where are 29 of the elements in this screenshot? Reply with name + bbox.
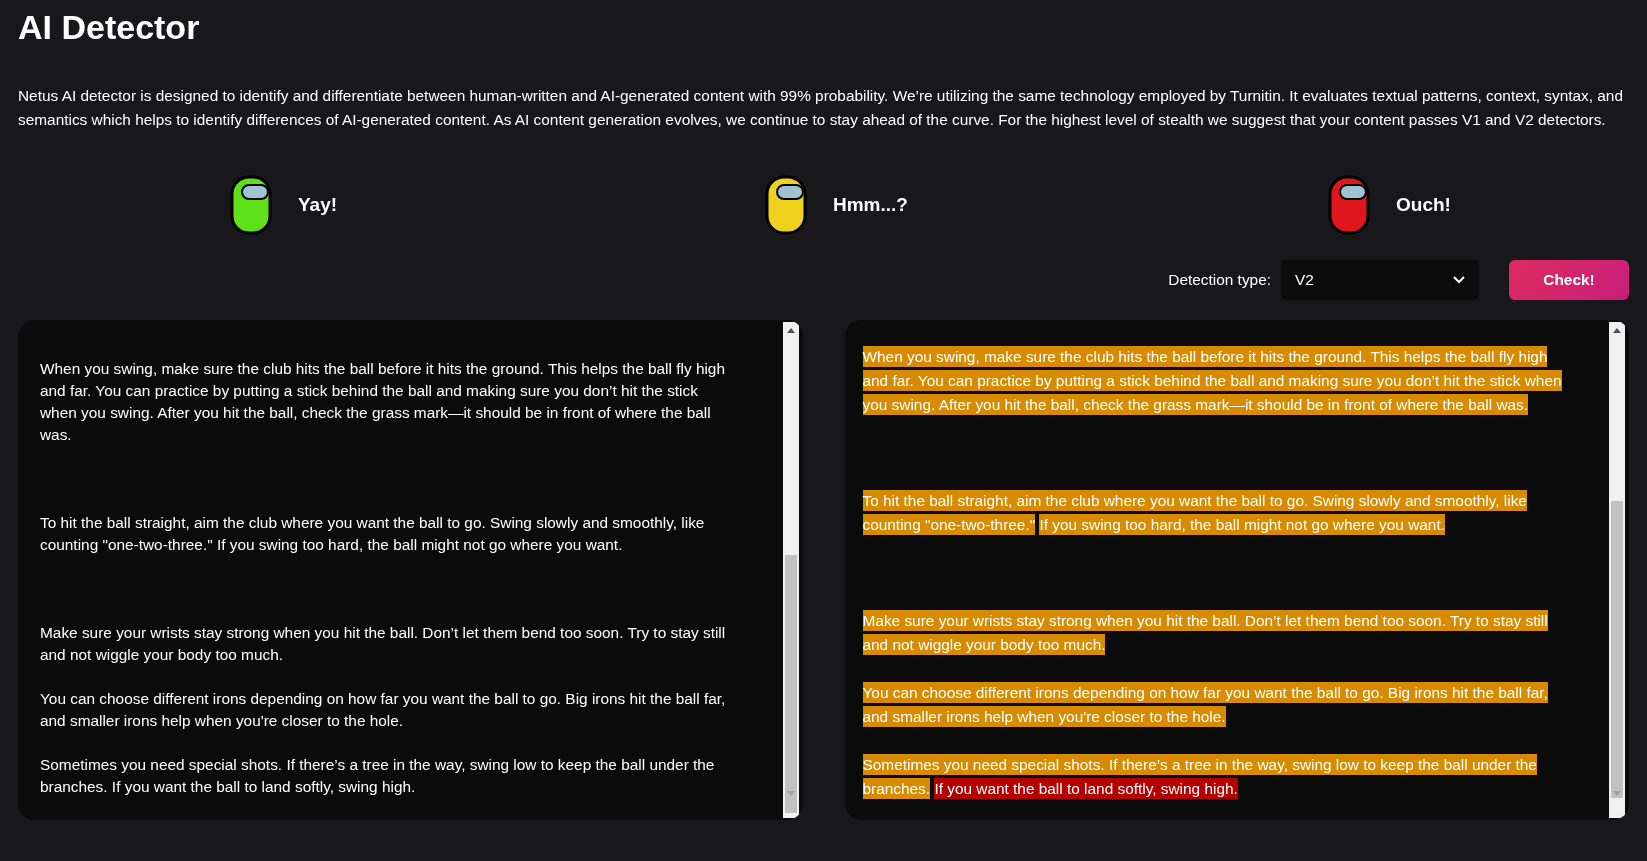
- chevron-down-icon[interactable]: [1453, 276, 1465, 284]
- detection-type-label: Detection type:: [1168, 271, 1271, 289]
- highlighted-text: You can choose different irons depending on how far you want the ball to go. Big irons hit the ball far,: [862, 682, 1548, 703]
- text-input[interactable]: [18, 320, 803, 820]
- highlighted-text: and not wiggle your body too much.: [862, 634, 1106, 655]
- highlighted-text: Make sure your wrists stay strong when you hit the ball. Don’t let them bend too soon. Try to stay still: [862, 610, 1548, 631]
- highlighted-text: branches.: [862, 778, 931, 799]
- legend-label: Hmm...?: [833, 194, 908, 216]
- highlighted-text: Sometimes you need special shots. If there’s a tree in the way, swing low to keep the ball under the: [862, 754, 1537, 775]
- highlighted-text: counting "one-two-three.": [862, 514, 1036, 535]
- page-title: AI Detector: [18, 7, 201, 48]
- scroll-up-icon[interactable]: [1613, 328, 1621, 333]
- legend-label: Yay!: [298, 194, 338, 216]
- paragraph: You can choose different irons depending on how far you want the ball to go. Big irons hit the ball far, and smaller irons help when you're closer to the hole.: [40, 689, 727, 731]
- highlighted-text: If you want the ball to land softly, swing high.: [934, 778, 1238, 799]
- scrollbar[interactable]: [782, 322, 799, 818]
- check-button[interactable]: Check!: [1509, 260, 1629, 300]
- highlighted-text: If you swing too hard, the ball might not go where you want.: [1039, 514, 1445, 535]
- description: Netus AI detector is designed to identify and differentiate between human-written and AI-generated content with 99% probability. We’re utilizing the same technology employed by Turnitin. It evaluates textual patterns, context, syntax, and semantics which helps to identify differences of AI-generated content. As AI content generation evolves, we continue to stay ahead of the curve. For the highest level of stealth we suggest that your content passes V1 and V2 detectors.: [18, 86, 1624, 130]
- detection-type-select[interactable]: V2: [1281, 260, 1479, 300]
- highlighted-text: and far. You can practice by putting a stick behind the ball and making sure you don’t hit the stick when: [862, 370, 1562, 391]
- paragraph: To hit the ball straight, aim the club where you want the ball to go. Swing slowly and smoothly, like counting "one-two-three." If you swing too hard, the ball might not go where you want.: [40, 513, 706, 555]
- legend-label: Ouch!: [1396, 194, 1451, 216]
- paragraph: Make sure your wrists stay strong when you hit the ball. Don’t let them bend too soon. Try to stay still and not wiggle your body too much.: [40, 623, 727, 665]
- scroll-up-icon[interactable]: [786, 328, 795, 333]
- scrollbar[interactable]: [1609, 322, 1625, 818]
- highlighted-text: and smaller irons help when you're closer to the hole.: [862, 706, 1226, 727]
- paragraph: Sometimes you need special shots. If there’s a tree in the way, swing low to keep the ball under the branches. If you want the ball to land softly, swing high.: [40, 755, 716, 797]
- paragraph: When you swing, make sure the club hits the ball before it hits the ground. This helps the ball fly high and far. You can practice by putting a stick behind the ball and making sure you don’t hit the stick when you swing. After you hit the ball, check the grass mark—it should be in front of where the ball was.: [40, 359, 726, 445]
